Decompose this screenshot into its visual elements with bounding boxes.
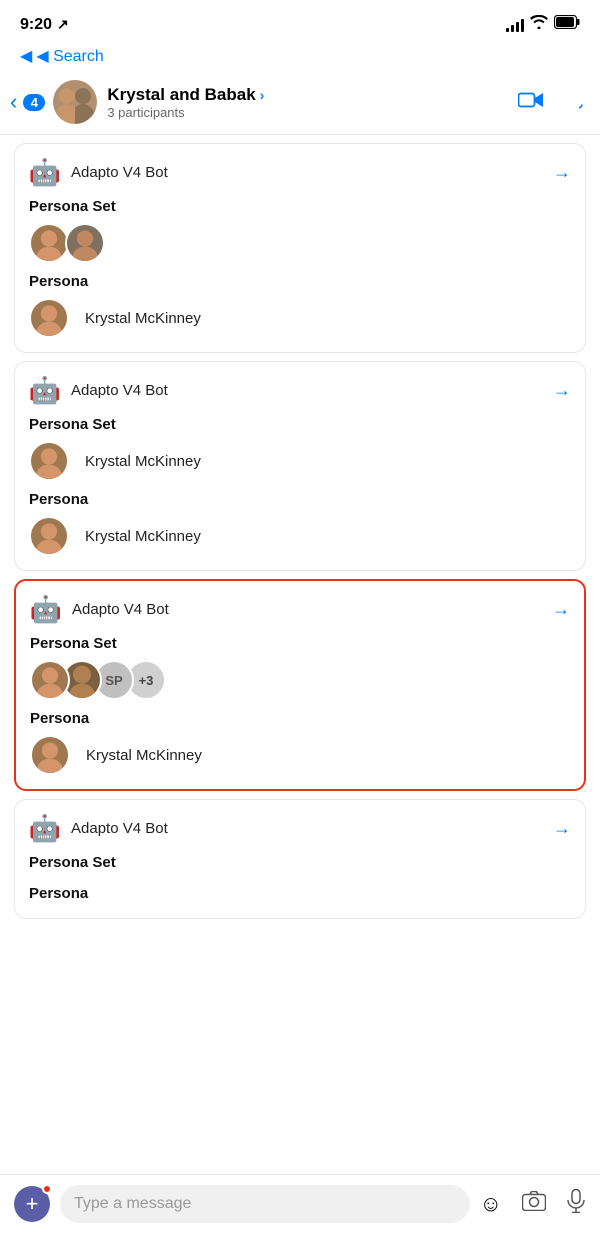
msg-expand-3[interactable]: → (552, 599, 570, 620)
avatar-k-3 (30, 660, 70, 700)
avatar-group-1 (29, 223, 571, 263)
participants-label: 3 participants (107, 105, 518, 120)
messages-container: 🤖 Adapto V4 Bot → Persona Set Per (0, 143, 600, 1017)
msg-sender-4: 🤖 Adapto V4 Bot (29, 812, 168, 844)
location-icon: ↗ (57, 16, 69, 33)
msg-sender-3: 🤖 Adapto V4 Bot (30, 593, 169, 625)
message-card-3: 🤖 Adapto V4 Bot → Persona Set SP (14, 579, 586, 791)
section-label-persona-set-2: Persona Set (29, 416, 571, 433)
status-bar: 9:20 ↗ (0, 0, 600, 44)
back-arrow-icon: ◀ (20, 46, 32, 66)
message-card-2: 🤖 Adapto V4 Bot → Persona Set Krystal Mc… (14, 361, 586, 571)
mic-button[interactable] (566, 1189, 586, 1219)
bot-avatar-3: 🤖 (30, 593, 62, 625)
persona-row-1: Krystal McKinney (29, 298, 571, 338)
avatar-k1 (29, 223, 69, 263)
avatar-k2 (65, 223, 105, 263)
chat-info: Krystal and Babak › 3 participants (107, 85, 518, 120)
section-label-persona-set-4: Persona Set (29, 854, 571, 871)
persona-row-2: Krystal McKinney (29, 516, 571, 556)
msg-header-2: 🤖 Adapto V4 Bot → (29, 374, 571, 406)
back-button[interactable]: ‹ (10, 89, 17, 115)
bot-avatar-1: 🤖 (29, 156, 61, 188)
persona-avatar-3 (30, 735, 70, 775)
bot-avatar-2: 🤖 (29, 374, 61, 406)
chat-header: ‹ 4 Krystal and Babak › 3 p (0, 72, 600, 135)
sender-name-4: Adapto V4 Bot (71, 820, 168, 837)
section-label-persona-set-1: Persona Set (29, 198, 571, 215)
section-label-persona-3: Persona (30, 710, 570, 727)
notification-dot (42, 1184, 52, 1194)
msg-expand-2[interactable]: → (553, 380, 571, 401)
msg-header-4: 🤖 Adapto V4 Bot → (29, 812, 571, 844)
status-icons (506, 15, 580, 34)
message-card-1: 🤖 Adapto V4 Bot → Persona Set Per (14, 143, 586, 353)
signal-icon (506, 18, 524, 32)
bot-avatar-4: 🤖 (29, 812, 61, 844)
persona-name-1: Krystal McKinney (85, 310, 201, 327)
title-chevron-icon[interactable]: › (260, 87, 265, 103)
bot-icon-4: 🤖 (29, 813, 61, 844)
section-label-persona-1: Persona (29, 273, 571, 290)
avatar-group-3: SP +3 (30, 660, 570, 700)
video-call-button[interactable] (518, 91, 544, 114)
msg-sender-1: 🤖 Adapto V4 Bot (29, 156, 168, 188)
message-input[interactable]: Type a message (74, 1195, 456, 1213)
persona-set-avatar-2 (29, 441, 69, 481)
persona-avatar-1 (29, 298, 69, 338)
bot-icon-2: 🤖 (29, 375, 61, 406)
input-bar: + Type a message ☺ (0, 1174, 600, 1247)
section-label-persona-4: Persona (29, 885, 571, 902)
msg-sender-2: 🤖 Adapto V4 Bot (29, 374, 168, 406)
msg-expand-4[interactable]: → (553, 818, 571, 839)
persona-set-name-2: Krystal McKinney (85, 453, 201, 470)
add-button[interactable]: + (14, 1186, 50, 1222)
wifi-icon (530, 15, 548, 34)
section-label-persona-2: Persona (29, 491, 571, 508)
chat-avatar (53, 80, 97, 124)
voice-call-button[interactable] (562, 89, 584, 116)
sender-name-1: Adapto V4 Bot (71, 164, 168, 181)
persona-name-2: Krystal McKinney (85, 528, 201, 545)
camera-button[interactable] (522, 1191, 546, 1217)
battery-icon (554, 15, 580, 34)
header-actions (518, 89, 584, 116)
message-card-4: 🤖 Adapto V4 Bot → Persona Set Persona (14, 799, 586, 919)
section-label-persona-set-3: Persona Set (30, 635, 570, 652)
msg-expand-1[interactable]: → (553, 162, 571, 183)
msg-header-1: 🤖 Adapto V4 Bot → (29, 156, 571, 188)
emoji-button[interactable]: ☺ (480, 1191, 502, 1217)
sender-name-2: Adapto V4 Bot (71, 382, 168, 399)
persona-set-row-2: Krystal McKinney (29, 441, 571, 481)
sender-name-3: Adapto V4 Bot (72, 601, 169, 618)
msg-header-3: 🤖 Adapto V4 Bot → (30, 593, 570, 625)
persona-row-3: Krystal McKinney (30, 735, 570, 775)
message-input-wrapper[interactable]: Type a message (60, 1185, 470, 1223)
unread-badge: 4 (23, 94, 45, 111)
persona-avatar-2 (29, 516, 69, 556)
bot-icon-1: 🤖 (29, 157, 61, 188)
chat-title: Krystal and Babak › (107, 85, 518, 105)
status-time: 9:20 ↗ (20, 16, 69, 34)
persona-name-3: Krystal McKinney (86, 747, 202, 764)
search-row[interactable]: ◀ ◀ Search (0, 44, 600, 72)
search-back-button[interactable]: ◀ ◀ Search (20, 46, 580, 66)
search-label: ◀ Search (36, 46, 103, 66)
bot-icon-3: 🤖 (30, 594, 62, 625)
plus-icon: + (26, 1193, 39, 1215)
